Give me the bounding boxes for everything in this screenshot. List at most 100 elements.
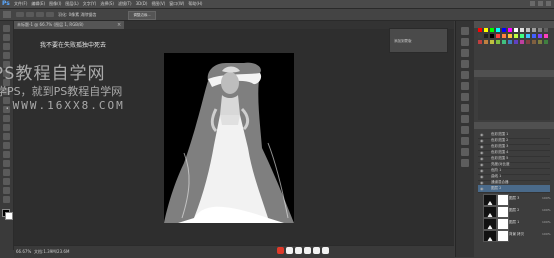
marquee-tool-icon[interactable] — [3, 34, 10, 41]
visibility-eye-icon[interactable]: ◉ — [480, 186, 484, 191]
menu-3d[interactable]: 3D(D) — [136, 0, 148, 8]
layer-mask-thumbnail[interactable] — [497, 230, 509, 242]
adjustments-panel-header[interactable] — [474, 70, 554, 77]
navigator-icon[interactable] — [461, 82, 469, 90]
dodge-tool-icon[interactable] — [3, 142, 10, 149]
quick-select-tool-icon[interactable] — [3, 52, 10, 59]
zoom-tool-icon[interactable] — [3, 196, 10, 203]
menu-filter[interactable]: 滤镜(T) — [118, 0, 132, 8]
menu-type[interactable]: 文字(Y) — [83, 0, 97, 8]
floating-panel[interactable]: 添加到蒙版 — [389, 28, 448, 53]
layer-thumbnail[interactable] — [483, 206, 497, 218]
color-swatch[interactable] — [526, 34, 530, 38]
color-swatch[interactable] — [502, 40, 506, 44]
color-swatch[interactable] — [538, 34, 542, 38]
layer-thumbnail[interactable] — [483, 230, 497, 242]
color-swatch[interactable] — [508, 28, 512, 32]
document-canvas[interactable] — [164, 53, 294, 223]
color-swatch[interactable] — [532, 34, 536, 38]
color-swatch[interactable] — [496, 34, 500, 38]
character-icon[interactable] — [461, 49, 469, 57]
styles-icon[interactable] — [461, 115, 469, 123]
color-swatch[interactable] — [520, 28, 524, 32]
color-swatch[interactable] — [514, 34, 518, 38]
swatches-panel-header[interactable] — [474, 21, 554, 28]
color-swatch[interactable] — [526, 28, 530, 32]
tab-close-icon[interactable]: × — [117, 21, 121, 29]
path-select-icon[interactable] — [3, 169, 10, 176]
color-swatch[interactable] — [532, 40, 536, 44]
feather-field[interactable]: 羽化: 0像素 消除锯齿 — [58, 12, 96, 17]
color-swatch[interactable] — [484, 34, 488, 38]
notes-icon[interactable] — [461, 126, 469, 134]
menu-window[interactable]: 窗口(W) — [169, 0, 184, 8]
color-swatch[interactable] — [544, 34, 548, 38]
layer-mask-thumbnail[interactable] — [497, 218, 509, 230]
chinese-mode-icon[interactable] — [286, 247, 293, 254]
channels-icon[interactable] — [461, 148, 469, 156]
color-swatch[interactable] — [484, 28, 488, 32]
properties-icon[interactable] — [461, 104, 469, 112]
menu-layer[interactable]: 图层(L) — [65, 0, 78, 8]
subtract-selection-icon[interactable] — [36, 12, 44, 17]
color-swatch[interactable] — [538, 28, 542, 32]
color-swatch[interactable] — [502, 28, 506, 32]
color-swatch[interactable] — [514, 40, 518, 44]
brush-presets-icon[interactable] — [461, 38, 469, 46]
color-swatch[interactable] — [496, 28, 500, 32]
layer-thumbnail[interactable] — [483, 194, 497, 206]
lasso-tool-icon[interactable] — [3, 43, 10, 50]
tool-presets-icon[interactable] — [461, 137, 469, 145]
eraser-tool-icon[interactable] — [3, 115, 10, 122]
color-swatch[interactable] — [520, 34, 524, 38]
color-swatch[interactable] — [544, 28, 548, 32]
close-icon[interactable] — [546, 1, 551, 6]
emoji-icon[interactable] — [304, 247, 311, 254]
zoom-level[interactable]: 66.67% — [16, 249, 31, 254]
background-color-icon[interactable] — [5, 212, 13, 220]
sogou-logo-icon[interactable] — [277, 247, 284, 254]
intersect-selection-icon[interactable] — [46, 12, 54, 17]
color-swatch[interactable] — [526, 40, 530, 44]
new-selection-icon[interactable] — [16, 12, 24, 17]
menu-image[interactable]: 图像(I) — [49, 0, 61, 8]
color-swatch[interactable] — [478, 34, 482, 38]
info-icon[interactable] — [461, 71, 469, 79]
layer-thumbnail[interactable] — [483, 218, 497, 230]
lasso-tool-icon[interactable] — [3, 11, 11, 18]
move-tool-icon[interactable] — [3, 25, 10, 32]
actions-icon[interactable] — [461, 93, 469, 101]
refine-edge-button[interactable]: 调整边缘... — [128, 11, 156, 20]
history-icon[interactable] — [461, 27, 469, 35]
add-selection-icon[interactable] — [26, 12, 34, 17]
color-swatch[interactable] — [490, 40, 494, 44]
layers-panel-header[interactable] — [474, 122, 554, 129]
document-tab[interactable]: 未标题-1 @ 66.7% (图层 1, RGB/8) — [14, 21, 124, 29]
hand-tool-icon[interactable] — [3, 187, 10, 194]
paragraph-icon[interactable] — [461, 60, 469, 68]
color-swatch[interactable] — [532, 28, 536, 32]
color-swatch[interactable] — [502, 34, 506, 38]
settings-icon[interactable] — [322, 247, 329, 254]
shape-tool-icon[interactable] — [3, 178, 10, 185]
blur-tool-icon[interactable] — [3, 133, 10, 140]
punctuation-icon[interactable] — [295, 247, 302, 254]
color-swatch[interactable] — [508, 40, 512, 44]
color-swatch[interactable] — [496, 40, 500, 44]
color-swatch[interactable] — [478, 28, 482, 32]
color-swatch[interactable] — [490, 28, 494, 32]
layer-mask-thumbnail[interactable] — [497, 194, 509, 206]
color-swatch[interactable] — [484, 40, 488, 44]
menu-help[interactable]: 帮助(H) — [188, 0, 202, 8]
minimize-icon[interactable] — [530, 1, 535, 6]
color-swatch[interactable] — [514, 28, 518, 32]
layer-row[interactable]: ◉ 图层 2 — [478, 185, 550, 193]
color-swatch[interactable] — [478, 40, 482, 44]
menu-view[interactable]: 视图(V) — [151, 0, 165, 8]
keyboard-icon[interactable] — [313, 247, 320, 254]
menu-select[interactable]: 选择(S) — [100, 0, 114, 8]
gradient-tool-icon[interactable] — [3, 124, 10, 131]
menu-edit[interactable]: 编辑(E) — [31, 0, 45, 8]
color-swatch[interactable] — [538, 40, 542, 44]
add-to-mask-item[interactable]: 添加到蒙版 — [394, 39, 412, 44]
